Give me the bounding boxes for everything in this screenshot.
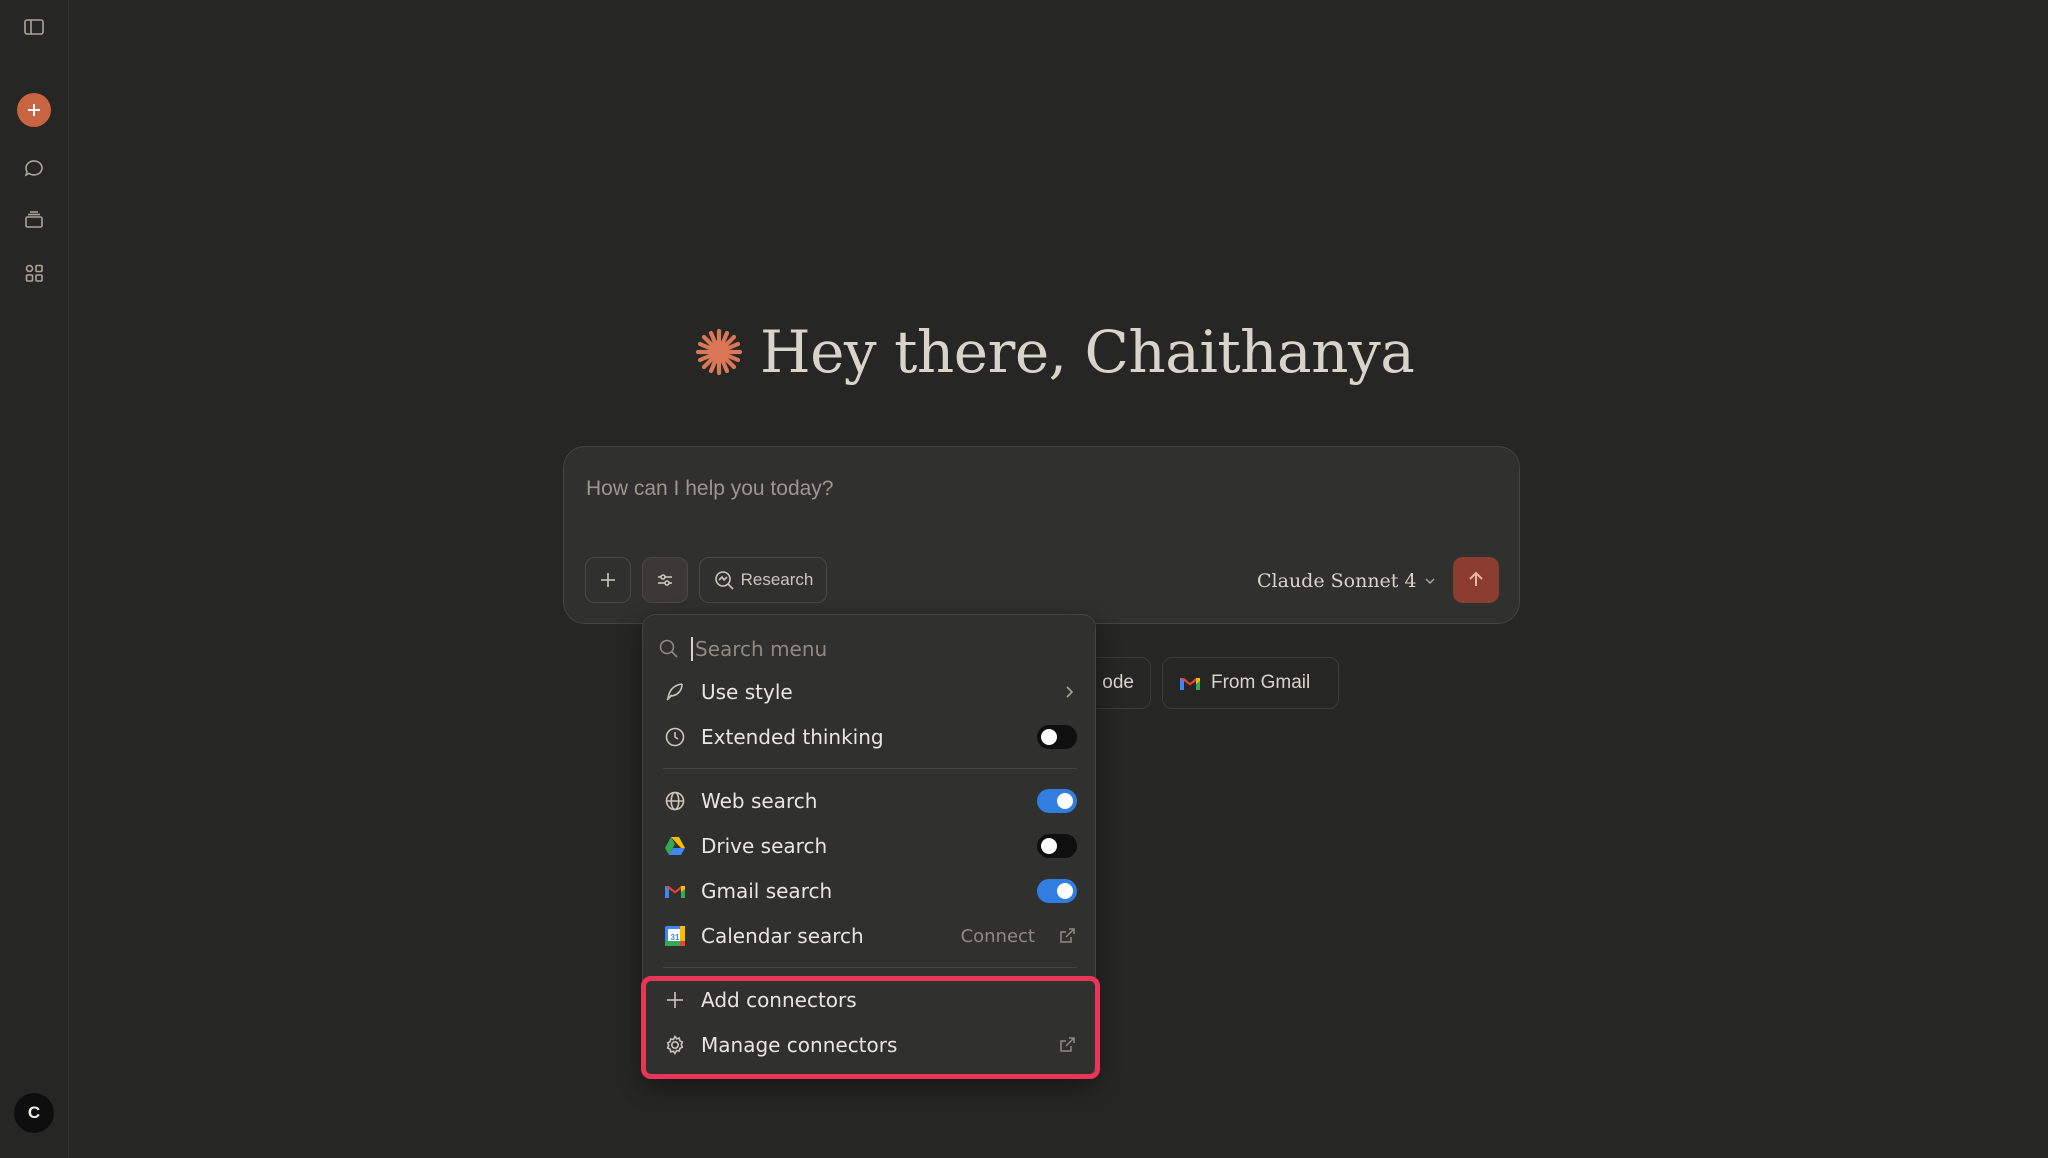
menu-item-drive-search[interactable]: Drive search: [651, 824, 1089, 868]
external-link-icon: [1060, 928, 1075, 943]
connect-label[interactable]: Connect: [961, 926, 1035, 947]
extended-thinking-toggle[interactable]: [1037, 725, 1077, 749]
greeting: Hey there, Chaithanya: [694, 312, 1415, 392]
menu-item-calendar-search[interactable]: 31 Calendar search Connect: [651, 914, 1089, 958]
menu-item-label: Drive search: [701, 834, 828, 858]
chevron-right-icon: [1066, 686, 1074, 698]
chevron-down-icon: [1425, 578, 1435, 585]
research-button[interactable]: Research: [699, 557, 827, 603]
composer: Research Claude Sonnet 4: [563, 446, 1520, 624]
gear-icon: [663, 1033, 687, 1057]
menu-item-label: Gmail search: [701, 879, 833, 903]
research-icon: [714, 571, 734, 590]
menu-divider: [663, 967, 1077, 968]
menu-item-label: Use style: [701, 680, 793, 704]
search-icon: [659, 639, 678, 658]
suggestion-chip-gmail[interactable]: From Gmail: [1162, 657, 1339, 709]
model-selector[interactable]: Claude Sonnet 4: [1257, 561, 1437, 601]
menu-item-label: Add connectors: [701, 988, 857, 1012]
drive-search-toggle[interactable]: [1037, 834, 1077, 858]
plus-icon: [663, 988, 687, 1012]
plus-icon: [601, 573, 615, 587]
suggestion-label: ode: [1102, 672, 1134, 693]
menu-item-add-connectors[interactable]: Add connectors: [651, 978, 1089, 1022]
sidebar-panel-icon: [24, 19, 44, 35]
shapes-icon: [25, 264, 43, 282]
feather-icon: [663, 680, 687, 704]
stack-icon: [25, 211, 43, 228]
menu-item-label: Calendar search: [701, 924, 864, 948]
arrow-up-icon: [1469, 571, 1483, 586]
clock-icon: [663, 725, 687, 749]
user-avatar[interactable]: C: [14, 1093, 54, 1133]
external-link-icon: [1060, 1037, 1075, 1052]
menu-item-label: Extended thinking: [701, 725, 884, 749]
chat-bubble-icon: [24, 160, 43, 177]
sliders-icon: [658, 574, 672, 586]
attach-button[interactable]: [585, 557, 631, 603]
google-drive-icon: [663, 834, 687, 858]
model-label: Claude Sonnet 4: [1257, 570, 1417, 592]
menu-search: [657, 629, 1083, 669]
new-chat-button[interactable]: [17, 93, 51, 127]
menu-item-manage-connectors[interactable]: Manage connectors: [651, 1023, 1089, 1067]
menu-item-web-search[interactable]: Web search: [651, 779, 1089, 823]
send-button[interactable]: [1453, 557, 1499, 603]
plus-icon: [28, 104, 40, 116]
menu-item-label: Manage connectors: [701, 1033, 898, 1057]
suggestion-label: From Gmail: [1211, 672, 1311, 693]
prompt-input[interactable]: [586, 469, 1286, 509]
web-search-toggle[interactable]: [1037, 789, 1077, 813]
globe-icon: [663, 789, 687, 813]
menu-item-extended-thinking[interactable]: Extended thinking: [651, 715, 1089, 759]
menu-item-gmail-search[interactable]: Gmail search: [651, 869, 1089, 913]
toggle-sidebar-button[interactable]: [14, 7, 54, 47]
artifacts-button[interactable]: [14, 253, 54, 293]
greeting-text: Hey there, Chaithanya: [760, 318, 1415, 386]
gmail-search-toggle[interactable]: [1037, 879, 1077, 903]
claude-spark-icon: [695, 328, 743, 376]
calendar-badge-text: 31: [671, 933, 680, 942]
chats-button[interactable]: [14, 148, 54, 188]
gmail-icon: [663, 879, 687, 903]
tools-button[interactable]: [642, 557, 688, 603]
menu-search-input[interactable]: [691, 637, 1083, 661]
tools-menu: Use style Extended thinking Web search D…: [642, 614, 1096, 1078]
menu-item-use-style[interactable]: Use style: [651, 670, 1089, 714]
menu-item-label: Web search: [701, 789, 818, 813]
sidebar: C: [0, 0, 69, 1158]
menu-divider: [663, 768, 1077, 769]
research-label: Research: [740, 570, 814, 589]
projects-button[interactable]: [14, 200, 54, 240]
gmail-icon: [1180, 678, 1200, 690]
google-calendar-icon: 31: [663, 924, 687, 948]
